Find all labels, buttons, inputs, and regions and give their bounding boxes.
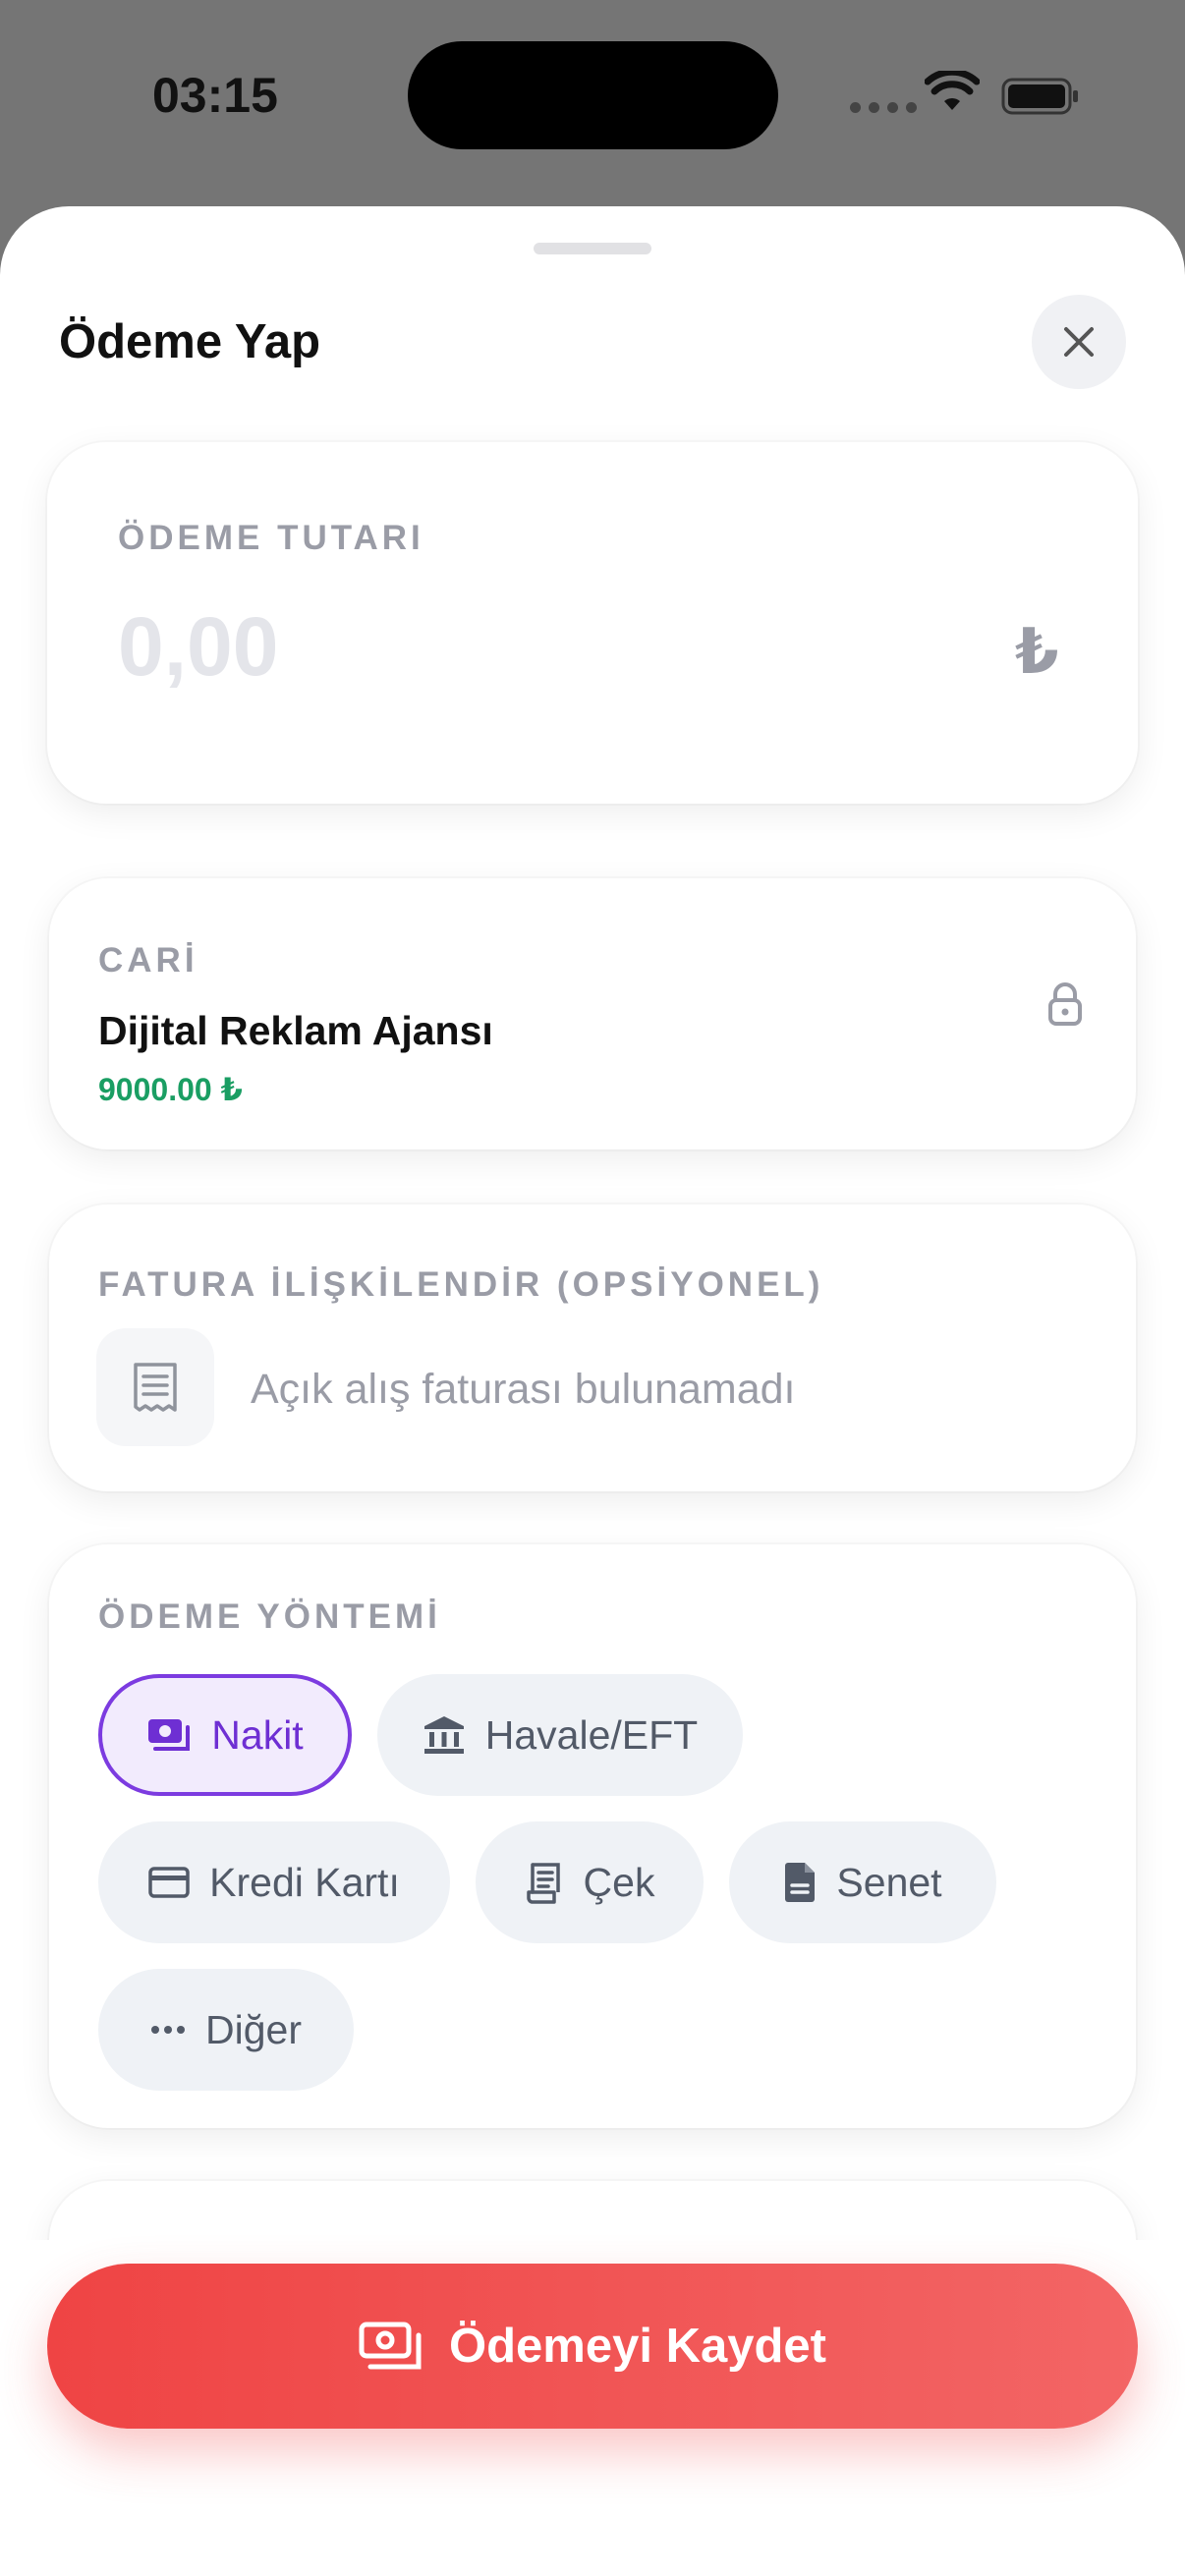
- method-chip-label: Senet: [836, 1859, 942, 1905]
- amount-label: ÖDEME TUTARI: [118, 519, 424, 557]
- document-icon: [785, 1863, 816, 1902]
- method-chip-label: Nakit: [211, 1711, 304, 1758]
- method-chip-label: Çek: [583, 1859, 655, 1905]
- more-dots-icon: [151, 2026, 185, 2034]
- close-icon: [1064, 327, 1094, 357]
- amount-input[interactable]: 0,00: [118, 599, 279, 695]
- cash-icon: [148, 1719, 191, 1751]
- battery-icon: [1001, 78, 1078, 115]
- receipt-icon: [134, 1363, 177, 1412]
- invoice-icon-box: [96, 1328, 214, 1446]
- payment-method-label: ÖDEME YÖNTEMİ: [98, 1597, 441, 1636]
- method-chip-nakit[interactable]: Nakit: [98, 1674, 352, 1796]
- method-chip-cek[interactable]: Çek: [476, 1821, 704, 1943]
- method-chip-label: Diğer: [205, 2006, 302, 2052]
- cari-name: Dijital Reklam Ajansı: [98, 1008, 493, 1053]
- cash-stack-icon: [359, 2322, 422, 2370]
- payment-method-card: ÖDEME YÖNTEMİ Nakit Havale/EFT Kredi Kar…: [49, 1544, 1136, 2128]
- sheet-title: Ödeme Yap: [59, 315, 321, 368]
- invoice-link-label: FATURA İLİŞKİLENDİR (OPSİYONEL): [98, 1265, 824, 1304]
- cari-label: CARİ: [98, 941, 198, 980]
- invoice-link-card[interactable]: FATURA İLİŞKİLENDİR (OPSİYONEL) Açık alı…: [49, 1204, 1136, 1491]
- method-chip-kredi-karti[interactable]: Kredi Kartı: [98, 1821, 450, 1943]
- cari-card: CARİ Dijital Reklam Ajansı 9000.00 ₺: [49, 878, 1136, 1149]
- bank-icon: [423, 1716, 464, 1754]
- amount-card[interactable]: ÖDEME TUTARI 0,00 ₺: [47, 442, 1138, 804]
- invoice-empty-text: Açık alış faturası bulunamadı: [251, 1366, 796, 1413]
- wifi-icon: [925, 71, 980, 110]
- method-chip-label: Kredi Kartı: [209, 1859, 400, 1905]
- check-receipt-icon: [526, 1863, 560, 1904]
- sheet-grabber[interactable]: [534, 243, 651, 254]
- payment-sheet: Ödeme Yap ÖDEME TUTARI 0,00 ₺ CARİ Dijit…: [0, 206, 1185, 2576]
- dynamic-island: [408, 41, 778, 149]
- lock-icon: [1048, 982, 1082, 1026]
- cellular-signal-icon: [850, 102, 917, 113]
- method-chip-diger[interactable]: Diğer: [98, 1969, 354, 2091]
- currency-symbol: ₺: [1015, 616, 1059, 687]
- method-chip-senet[interactable]: Senet: [729, 1821, 996, 1943]
- method-chip-label: Havale/EFT: [484, 1711, 699, 1758]
- credit-card-icon: [148, 1867, 190, 1898]
- method-chip-havale[interactable]: Havale/EFT: [377, 1674, 743, 1796]
- cari-balance: 9000.00 ₺: [98, 1072, 243, 1107]
- save-payment-button[interactable]: Ödemeyi Kaydet: [47, 2264, 1138, 2429]
- save-payment-label: Ödemeyi Kaydet: [449, 2320, 826, 2373]
- close-button[interactable]: [1032, 295, 1126, 389]
- status-time: 03:15: [152, 68, 278, 123]
